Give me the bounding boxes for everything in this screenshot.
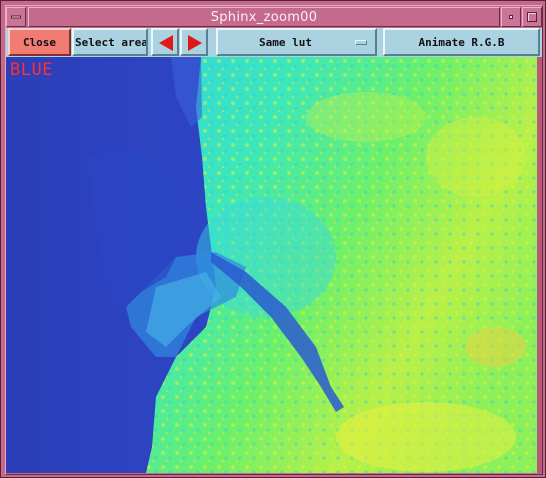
window-menu-icon — [11, 15, 21, 19]
app-window: Sphinx_zoom00 Close Select area Same lut… — [0, 0, 546, 478]
left-arrow-icon — [159, 35, 173, 51]
select-area-button[interactable]: Select area — [72, 28, 148, 56]
lut-selected-value: Same lut — [259, 36, 312, 49]
minimize-icon — [509, 15, 513, 19]
close-button[interactable]: Close — [8, 28, 71, 56]
toolbar: Close Select area Same lut Animate R.G.B — [6, 28, 542, 57]
right-border — [537, 57, 542, 473]
title-bar[interactable]: Sphinx_zoom00 — [6, 6, 542, 28]
previous-button[interactable] — [151, 28, 179, 56]
lut-dropdown[interactable]: Same lut — [216, 28, 377, 56]
maximize-icon — [527, 12, 537, 22]
maximize-button[interactable] — [522, 7, 542, 27]
dropdown-indicator-icon — [355, 40, 367, 45]
satellite-image — [6, 57, 537, 473]
animate-rgb-button[interactable]: Animate R.G.B — [383, 28, 540, 56]
minimize-button[interactable] — [501, 7, 521, 27]
right-arrow-icon — [188, 35, 202, 51]
window-title: Sphinx_zoom00 — [28, 7, 500, 27]
next-button[interactable] — [180, 28, 208, 56]
image-viewport[interactable]: BLUE — [6, 57, 537, 473]
window-menu-button[interactable] — [6, 7, 26, 27]
channel-label: BLUE — [10, 60, 53, 80]
